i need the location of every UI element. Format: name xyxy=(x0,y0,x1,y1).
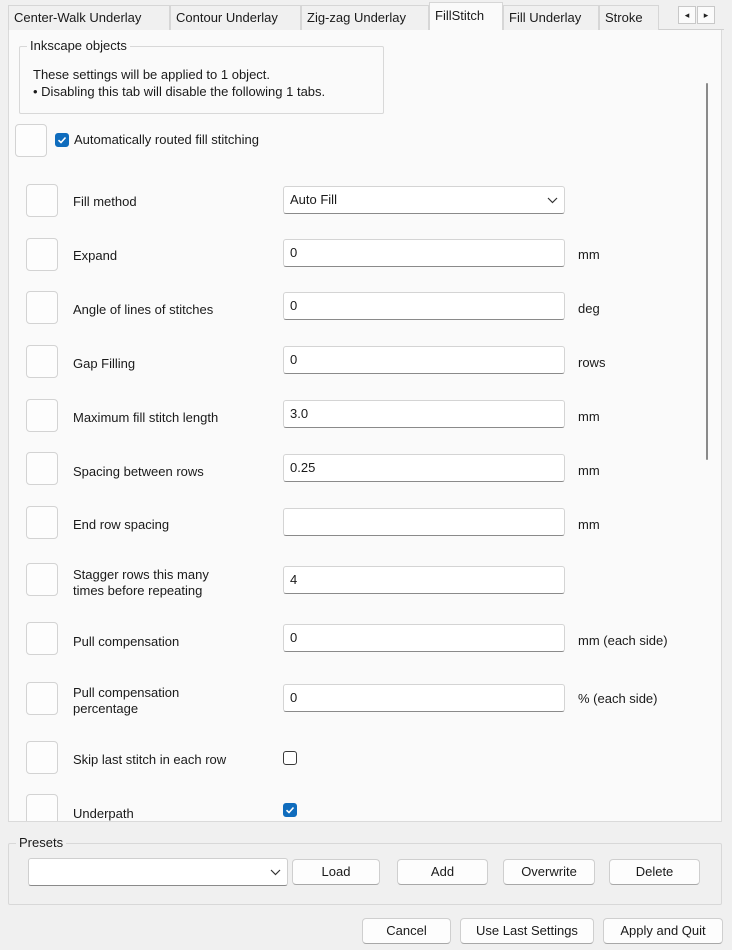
pull-compensation-value: 0 xyxy=(290,630,298,645)
tab-bar: Center-Walk Underlay Contour Underlay Zi… xyxy=(0,0,732,30)
disable-tab-note: • Disabling this tab will disable the fo… xyxy=(33,84,326,99)
applied-objects-text: These settings will be applied to 1 obje… xyxy=(33,67,271,82)
param-toggle-pull-compensation[interactable] xyxy=(26,622,58,655)
param-toggle-pull-compensation-percent[interactable] xyxy=(26,682,58,715)
cancel-button[interactable]: Cancel xyxy=(362,918,451,944)
gap-filling-input[interactable]: 0 xyxy=(283,346,565,374)
end-row-spacing-label: End row spacing xyxy=(73,517,170,532)
row-spacing-value: 0.25 xyxy=(290,460,316,475)
param-toggle-underpath[interactable] xyxy=(26,794,58,821)
gap-filling-value: 0 xyxy=(290,352,298,367)
fillstitch-panel: Inkscape objects These settings will be … xyxy=(8,30,722,822)
param-toggle-angle[interactable] xyxy=(26,291,58,324)
max-stitch-length-unit: mm xyxy=(578,409,600,424)
pull-compensation-percent-label-line1: Pull compensation xyxy=(73,685,180,700)
checkmark-icon xyxy=(57,136,67,144)
group-title: Inkscape objects xyxy=(27,38,130,54)
pull-compensation-unit: mm (each side) xyxy=(578,633,668,648)
underpath-label: Underpath xyxy=(73,806,134,821)
pull-compensation-percent-value: 0 xyxy=(290,690,298,705)
max-stitch-length-input[interactable]: 3.0 xyxy=(283,400,565,428)
param-toggle-stagger-rows[interactable] xyxy=(26,563,58,596)
tab-scroll-right-button[interactable]: ▸ xyxy=(697,6,715,24)
angle-unit: deg xyxy=(578,301,600,316)
chevron-down-icon xyxy=(547,187,558,223)
vertical-scrollbar-thumb[interactable] xyxy=(706,83,708,460)
fill-method-select[interactable]: Auto Fill xyxy=(283,186,565,214)
end-row-spacing-input[interactable] xyxy=(283,508,565,536)
tab-label: Stroke xyxy=(605,10,643,25)
preset-select[interactable] xyxy=(28,858,288,886)
tab-label: Fill Underlay xyxy=(509,10,582,25)
preset-load-button[interactable]: Load xyxy=(292,859,380,885)
angle-label: Angle of lines of stitches xyxy=(73,302,214,317)
stagger-rows-label-line1: Stagger rows this many xyxy=(73,567,209,582)
tab-center-walk-underlay[interactable]: Center-Walk Underlay xyxy=(8,5,170,30)
apply-and-quit-button[interactable]: Apply and Quit xyxy=(603,918,723,944)
param-toggle-expand[interactable] xyxy=(26,238,58,271)
tab-contour-underlay[interactable]: Contour Underlay xyxy=(170,5,301,30)
chevron-down-icon xyxy=(270,859,281,888)
param-toggle-end-row-spacing[interactable] xyxy=(26,506,58,539)
pull-compensation-input[interactable]: 0 xyxy=(283,624,565,652)
expand-value: 0 xyxy=(290,245,298,260)
stagger-rows-value: 4 xyxy=(290,572,298,587)
auto-route-label: Automatically routed fill stitching xyxy=(74,132,259,147)
presets-group: Presets Load Add Overwrite Delete xyxy=(8,835,722,905)
row-spacing-label: Spacing between rows xyxy=(73,464,204,479)
gap-filling-label: Gap Filling xyxy=(73,356,136,371)
max-stitch-length-value: 3.0 xyxy=(290,406,309,421)
tab-zig-zag-underlay[interactable]: Zig-zag Underlay xyxy=(301,5,429,30)
skip-last-stitch-label: Skip last stitch in each row xyxy=(73,752,227,767)
pull-compensation-percent-input[interactable]: 0 xyxy=(283,684,565,712)
arrow-right-icon: ▸ xyxy=(703,10,709,20)
end-row-spacing-unit: mm xyxy=(578,517,600,532)
expand-label: Expand xyxy=(73,248,118,263)
param-toggle-row-spacing[interactable] xyxy=(26,452,58,485)
stagger-rows-input[interactable]: 4 xyxy=(283,566,565,594)
use-last-settings-button[interactable]: Use Last Settings xyxy=(460,918,594,944)
preset-add-button[interactable]: Add xyxy=(397,859,488,885)
presets-title: Presets xyxy=(16,835,67,851)
param-toggle-skip-last-stitch[interactable] xyxy=(26,741,58,774)
toggle-square-auto-route[interactable] xyxy=(15,124,47,157)
fill-method-label: Fill method xyxy=(73,194,137,209)
preset-overwrite-button[interactable]: Overwrite xyxy=(503,859,595,885)
tab-fill-underlay[interactable]: Fill Underlay xyxy=(503,5,599,30)
expand-unit: mm xyxy=(578,247,600,262)
tab-label: FillStitch xyxy=(435,8,485,23)
angle-value: 0 xyxy=(290,298,298,313)
auto-route-checkbox[interactable] xyxy=(55,133,69,147)
param-toggle-max-stitch-length[interactable] xyxy=(26,399,58,432)
preset-delete-button[interactable]: Delete xyxy=(609,859,700,885)
row-spacing-input[interactable]: 0.25 xyxy=(283,454,565,482)
param-toggle-gap-filling[interactable] xyxy=(26,345,58,378)
skip-last-stitch-checkbox[interactable] xyxy=(283,751,297,765)
underpath-checkbox[interactable] xyxy=(283,803,297,817)
tab-label: Contour Underlay xyxy=(176,10,278,25)
tab-scroll-left-button[interactable]: ◂ xyxy=(678,6,696,24)
tab-label: Zig-zag Underlay xyxy=(307,10,406,25)
tab-fillstitch[interactable]: FillStitch xyxy=(429,2,503,30)
pull-compensation-label: Pull compensation xyxy=(73,634,180,649)
expand-input[interactable]: 0 xyxy=(283,239,565,267)
arrow-left-icon: ◂ xyxy=(684,10,690,20)
stagger-rows-label: Stagger rows this many times before repe… xyxy=(73,567,209,599)
row-spacing-unit: mm xyxy=(578,463,600,478)
tab-stroke[interactable]: Stroke xyxy=(599,5,659,30)
pull-compensation-percent-unit: % (each side) xyxy=(578,691,658,706)
gap-filling-unit: rows xyxy=(578,355,606,370)
tab-label: Center-Walk Underlay xyxy=(14,10,142,25)
max-stitch-length-label: Maximum fill stitch length xyxy=(73,410,219,425)
angle-input[interactable]: 0 xyxy=(283,292,565,320)
inkscape-objects-group: Inkscape objects These settings will be … xyxy=(19,38,384,114)
checkmark-icon xyxy=(285,806,295,814)
pull-compensation-percent-label: Pull compensation percentage xyxy=(73,685,179,717)
stagger-rows-label-line2: times before repeating xyxy=(73,583,203,598)
pull-compensation-percent-label-line2: percentage xyxy=(73,701,139,716)
param-toggle-fill-method[interactable] xyxy=(26,184,58,217)
fill-method-value: Auto Fill xyxy=(290,192,337,207)
